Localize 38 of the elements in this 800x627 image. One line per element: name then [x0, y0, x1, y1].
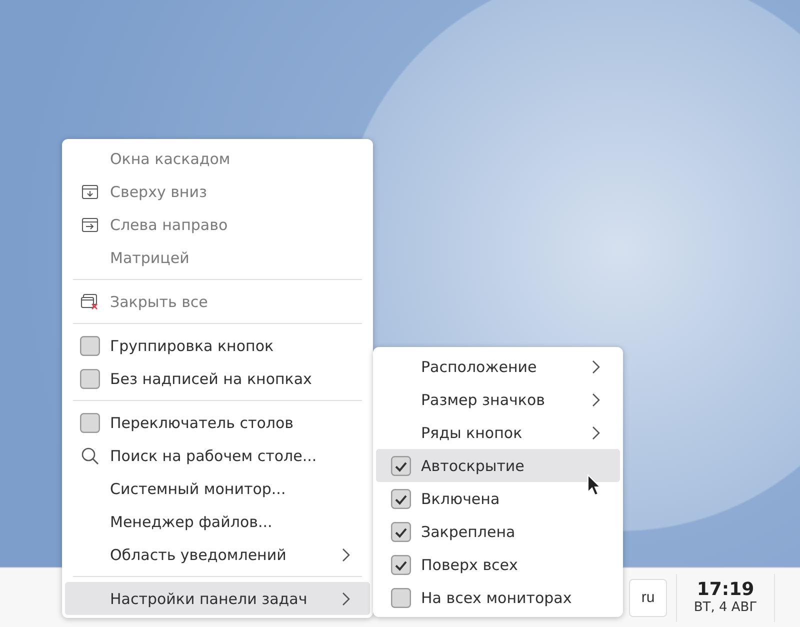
menu-item[interactable]: Закреплена	[376, 515, 620, 548]
chevron-right-icon	[342, 592, 350, 606]
menu-item[interactable]: Настройки панели задач	[65, 582, 370, 615]
checkbox[interactable]	[391, 522, 411, 542]
clock[interactable]: 17:19 ВТ, 4 АВГ	[676, 574, 775, 622]
chevron-right-icon	[592, 392, 600, 406]
menu-item[interactable]: Менеджер файлов...	[65, 505, 370, 538]
menu-item[interactable]: Включена	[376, 482, 620, 515]
checkbox[interactable]	[391, 588, 411, 608]
menu-item[interactable]: Поиск на рабочем столе...	[65, 439, 370, 472]
menu-item[interactable]: Системный монитор...	[65, 472, 370, 505]
menu-item[interactable]: Ряды кнопок	[376, 416, 620, 449]
tile-right-icon	[82, 218, 98, 232]
menu-item[interactable]: Переключатель столов	[65, 406, 370, 439]
clock-time: 17:19	[696, 580, 754, 600]
keyboard-layout-button[interactable]: ru	[629, 578, 667, 616]
menu-item[interactable]: Область уведомлений	[65, 538, 370, 571]
menu-item[interactable]: Группировка кнопок	[65, 329, 370, 362]
menu-item[interactable]: Автоскрытие	[376, 449, 620, 482]
checkbox[interactable]	[391, 456, 411, 476]
menu-item[interactable]: Поверх всех	[376, 548, 620, 581]
clock-date: ВТ, 4 АВГ	[694, 600, 758, 616]
chevron-right-icon	[592, 360, 600, 374]
chevron-right-icon	[592, 426, 600, 440]
menu-item[interactable]: Расположение	[376, 350, 620, 383]
search-icon	[81, 446, 99, 464]
tile-down-icon	[82, 184, 98, 198]
menu-item[interactable]: Размер значков	[376, 383, 620, 416]
close-windows-icon	[81, 294, 99, 310]
mouse-pointer-icon	[587, 474, 601, 496]
chevron-right-icon	[342, 548, 350, 562]
checkbox[interactable]	[391, 488, 411, 508]
menu-item[interactable]: Без надписей на кнопках	[65, 362, 370, 395]
checkbox[interactable]	[80, 368, 100, 388]
checkbox[interactable]	[80, 412, 100, 432]
checkbox[interactable]	[391, 554, 411, 574]
menu-item[interactable]: На всех мониторах	[376, 581, 620, 614]
checkbox[interactable]	[80, 336, 100, 356]
